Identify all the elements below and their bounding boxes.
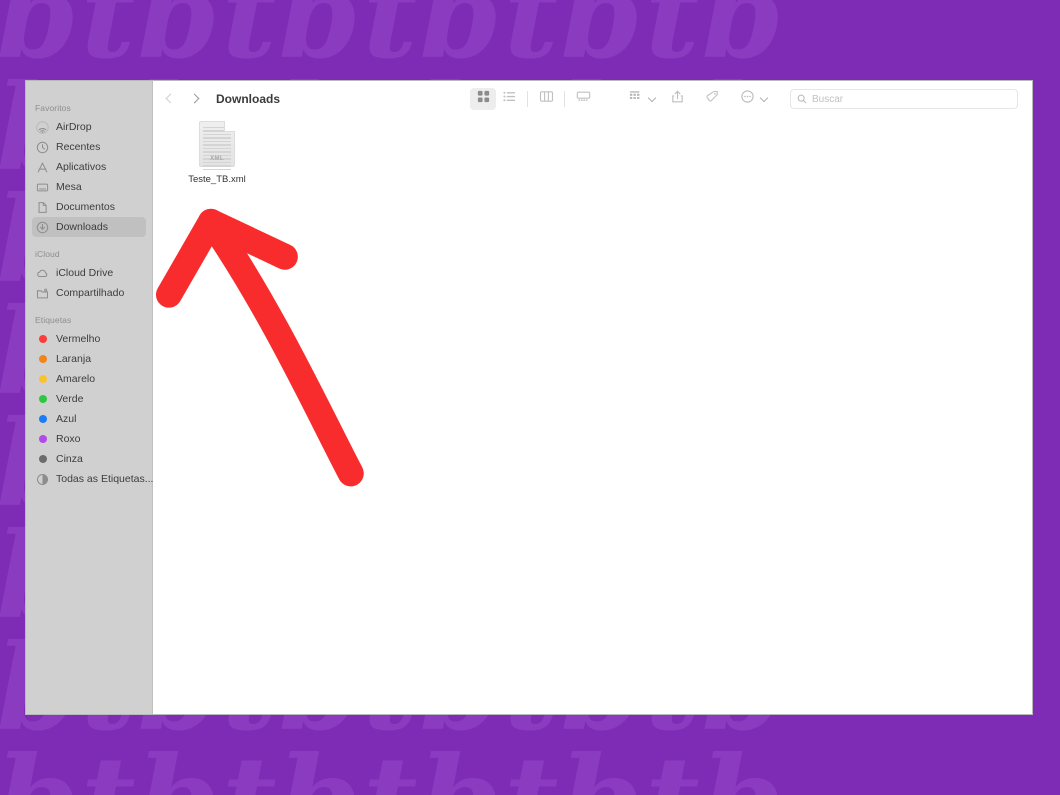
sidebar-item-aplicativos[interactable]: Aplicativos xyxy=(32,157,146,177)
toolbar-actions-group xyxy=(622,88,776,110)
finder-window: Favoritos AirDrop Recentes Aplicativos Mesa D… xyxy=(25,80,1033,715)
sidebar-item-label: Verde xyxy=(56,393,84,405)
clock-icon xyxy=(36,141,49,154)
tag-icon xyxy=(705,89,720,109)
shared-folder-icon xyxy=(36,287,49,300)
applications-icon xyxy=(36,161,49,174)
sidebar-item-airdrop[interactable]: AirDrop xyxy=(32,117,146,137)
sidebar-item-vermelho[interactable]: Vermelho xyxy=(32,329,146,349)
group-by-button[interactable] xyxy=(622,88,648,110)
xml-document-icon: XML xyxy=(199,121,235,171)
airdrop-icon xyxy=(36,120,49,134)
view-as-gallery[interactable] xyxy=(570,88,596,110)
tag-dot-icon xyxy=(36,333,49,346)
sidebar-item-downloads[interactable]: Downloads xyxy=(32,217,146,237)
sidebar-item-laranja[interactable]: Laranja xyxy=(32,349,146,369)
all-tags-icon xyxy=(36,473,49,486)
tag-dot-icon xyxy=(36,453,49,466)
sidebar-item-label: Cinza xyxy=(56,453,83,465)
cloud-icon xyxy=(36,267,49,280)
share-icon xyxy=(670,89,685,109)
gallery-view-icon xyxy=(576,89,591,109)
tag-dot-icon xyxy=(36,393,49,406)
file-kind-label: XML xyxy=(210,156,224,162)
sidebar-section-title: Favoritos xyxy=(35,103,71,113)
sidebar-item-label: iCloud Drive xyxy=(56,267,114,279)
view-as-list[interactable] xyxy=(496,88,522,110)
sidebar-item-recentes[interactable]: Recentes xyxy=(32,137,146,157)
breadcrumb-current-folder: Downloads xyxy=(216,92,281,106)
desktop-icon xyxy=(36,181,49,194)
file-grid[interactable]: XML Teste_TB.xml xyxy=(153,117,1032,714)
sidebar-item-amarelo[interactable]: Amarelo xyxy=(32,369,146,389)
group-grid-icon xyxy=(628,89,643,109)
sidebar-item-label: Recentes xyxy=(56,141,101,153)
list-view-icon xyxy=(502,89,517,109)
view-as-columns[interactable] xyxy=(533,88,559,110)
annotation-arrow-icon xyxy=(155,208,364,487)
column-view-icon xyxy=(539,89,554,109)
sidebar-item-label: Vermelho xyxy=(56,333,101,345)
sidebar-item-compartilhado[interactable]: Compartilhado xyxy=(32,283,146,303)
tag-dot-icon xyxy=(36,413,49,426)
sidebar-item-todas-as-etiquetas[interactable]: Todas as Etiquetas... xyxy=(32,469,153,489)
tag-dot-icon xyxy=(36,373,49,386)
search-icon xyxy=(797,94,807,104)
sidebar-item-label: Roxo xyxy=(56,433,81,445)
tag-dot-icon xyxy=(36,353,49,366)
sidebar-item-mesa[interactable]: Mesa xyxy=(32,177,146,197)
sidebar-item-label: Amarelo xyxy=(56,373,96,385)
sidebar-item-label: Todas as Etiquetas... xyxy=(56,473,154,485)
navigation-buttons xyxy=(167,92,200,106)
download-icon xyxy=(36,221,49,234)
toolbar: Downloads xyxy=(153,81,1032,117)
tag-dot-icon xyxy=(36,433,49,446)
sidebar-item-documentos[interactable]: Documentos xyxy=(32,197,146,217)
chevron-down-icon[interactable] xyxy=(649,95,657,103)
sidebar-item-label: Compartilhado xyxy=(56,287,125,299)
file-item[interactable]: XML Teste_TB.xml xyxy=(171,121,263,185)
sidebar-item-azul[interactable]: Azul xyxy=(32,409,146,429)
sidebar-section-title: Etiquetas xyxy=(35,315,72,325)
sidebar-item-roxo[interactable]: Roxo xyxy=(32,429,146,449)
main-pane: Downloads Buscar XML Teste_TB.xml xyxy=(153,81,1032,714)
sidebar-item-label: Laranja xyxy=(56,353,92,365)
sidebar-item-verde[interactable]: Verde xyxy=(32,389,146,409)
sidebar-item-label: AirDrop xyxy=(56,121,92,133)
more-actions-button[interactable] xyxy=(734,88,760,110)
chevron-down-icon[interactable] xyxy=(761,95,769,103)
sidebar-item-label: Downloads xyxy=(56,221,108,233)
share-button[interactable] xyxy=(664,88,690,110)
sidebar-item-label: Documentos xyxy=(56,201,115,213)
sidebar-item-cinza[interactable]: Cinza xyxy=(32,449,146,469)
document-icon xyxy=(36,201,49,214)
sidebar-item-icloud-drive[interactable]: iCloud Drive xyxy=(32,263,146,283)
sidebar-section-title: iCloud xyxy=(35,249,60,259)
sidebar-item-label: Azul xyxy=(56,413,77,425)
chevron-right-icon[interactable] xyxy=(191,92,200,106)
view-mode-group xyxy=(470,88,596,110)
toolbar-divider xyxy=(527,91,528,107)
view-icon-grid[interactable] xyxy=(470,88,496,110)
tag-button[interactable] xyxy=(699,88,725,110)
sidebar-item-label: Aplicativos xyxy=(56,161,107,173)
search-field[interactable] xyxy=(790,89,1018,109)
grid-view-icon xyxy=(476,89,491,109)
sidebar-item-label: Mesa xyxy=(56,181,82,193)
search-input[interactable] xyxy=(812,93,1011,105)
toolbar-divider xyxy=(564,91,565,107)
chevron-left-icon[interactable] xyxy=(167,92,176,106)
document-text-lines xyxy=(203,127,231,171)
file-name-label: Teste_TB.xml xyxy=(188,174,246,185)
ellipsis-circle-icon xyxy=(740,89,755,109)
sidebar: Favoritos AirDrop Recentes Aplicativos Mesa D… xyxy=(26,81,153,714)
